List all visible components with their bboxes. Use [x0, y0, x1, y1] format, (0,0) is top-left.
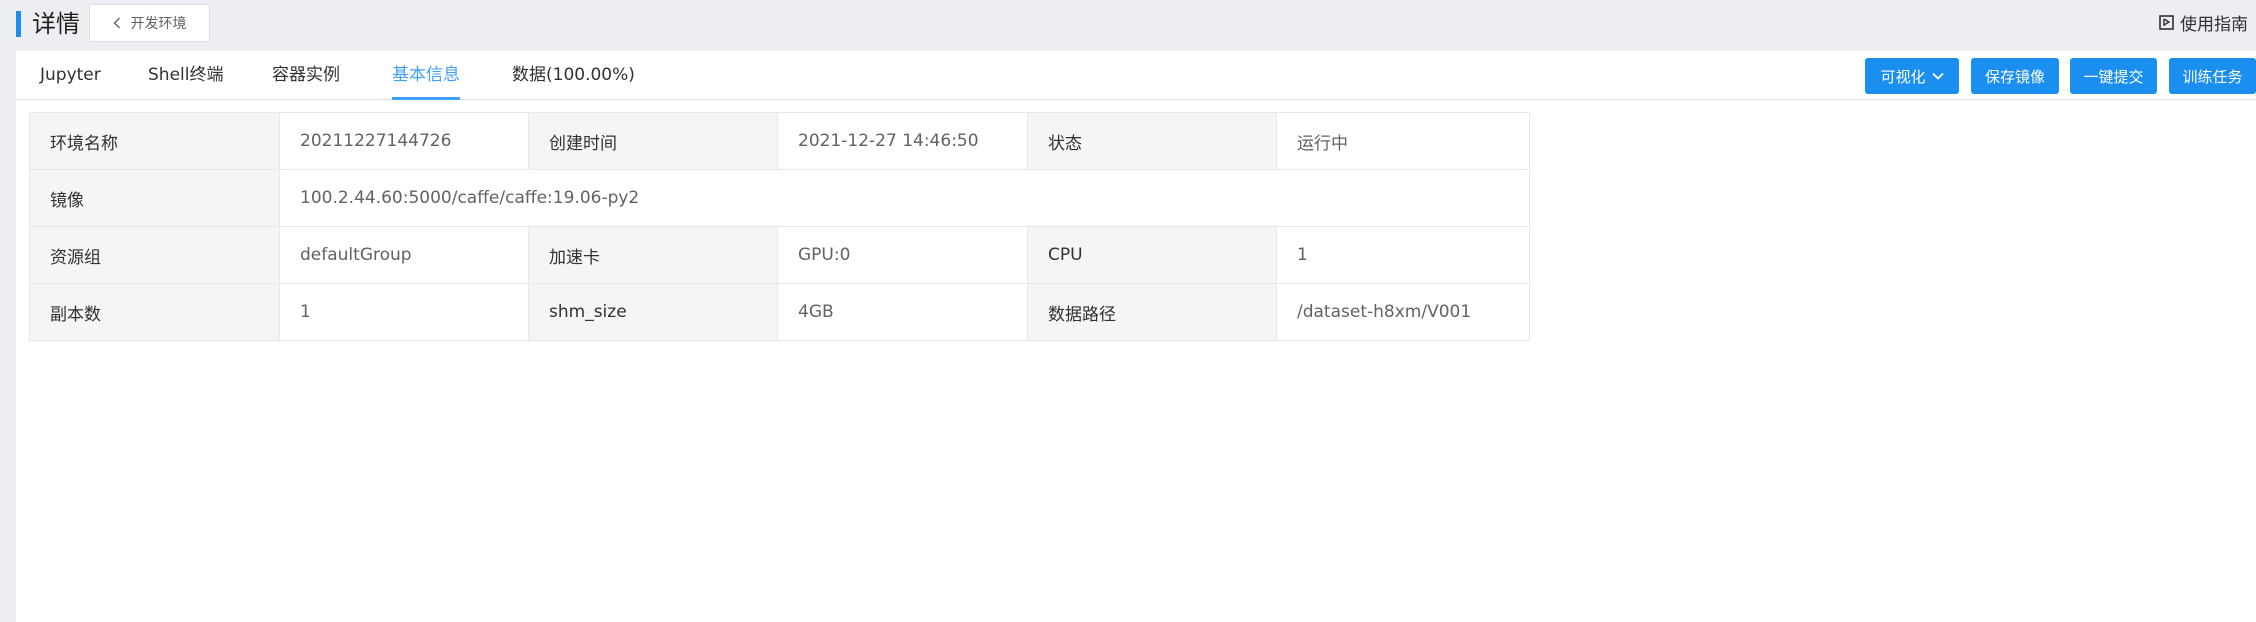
data-path-label: 数据路径 [1027, 283, 1277, 341]
tab-bar: Jupyter Shell终端 容器实例 基本信息 数据(100.00%) 可视… [16, 51, 2256, 100]
data-path-value: /dataset-h8xm/V001 [1276, 283, 1530, 341]
tab-data[interactable]: 数据(100.00%) [512, 51, 635, 100]
chevron-down-icon [1931, 72, 1944, 80]
back-button[interactable]: 开发环境 [89, 4, 210, 42]
tab-jupyter[interactable]: Jupyter [40, 51, 101, 100]
tab-shell-terminal[interactable]: Shell终端 [148, 51, 223, 100]
guide-link-label: 使用指南 [2180, 15, 2248, 35]
resource-group-value: defaultGroup [279, 226, 529, 284]
env-name-label: 环境名称 [29, 112, 280, 170]
visualize-button-label: 可视化 [1880, 67, 1926, 86]
table-row: 资源组 defaultGroup 加速卡 GPU:0 CPU 1 [29, 226, 1530, 284]
env-name-value: 20211227144726 [279, 112, 529, 170]
cpu-label: CPU [1027, 226, 1277, 284]
created-time-value: 2021-12-27 14:46:50 [777, 112, 1028, 170]
back-button-label: 开发环境 [130, 16, 187, 32]
page-header: 详情 开发环境 使用指南 [0, 0, 2256, 50]
basic-info-table: 环境名称 20211227144726 创建时间 2021-12-27 14:4… [29, 112, 1530, 341]
image-value: 100.2.44.60:5000/caffe/caffe:19.06-py2 [279, 169, 1530, 227]
tab-basic-info[interactable]: 基本信息 [392, 51, 460, 100]
shm-size-value: 4GB [777, 283, 1028, 341]
cpu-value: 1 [1276, 226, 1530, 284]
accelerator-value: GPU:0 [777, 226, 1028, 284]
image-label: 镜像 [29, 169, 280, 227]
table-row: 副本数 1 shm_size 4GB 数据路径 /dataset-h8xm/V0… [29, 283, 1530, 341]
tab-container-instance[interactable]: 容器实例 [272, 51, 340, 100]
visualize-button[interactable]: 可视化 [1865, 58, 1959, 94]
status-label: 状态 [1027, 112, 1277, 170]
resource-group-label: 资源组 [29, 226, 280, 284]
title-accent-bar [16, 11, 21, 37]
shm-size-label: shm_size [528, 283, 778, 341]
guide-link[interactable]: 使用指南 [2159, 10, 2248, 35]
one-click-submit-button[interactable]: 一键提交 [2070, 58, 2157, 94]
replicas-label: 副本数 [29, 283, 280, 341]
save-image-button[interactable]: 保存镜像 [1971, 58, 2059, 94]
training-task-button[interactable]: 训练任务 [2169, 58, 2256, 94]
page-title: 详情 [32, 10, 80, 38]
replicas-value: 1 [279, 283, 529, 341]
guide-book-icon [2159, 15, 2174, 30]
chevron-left-icon [113, 17, 121, 29]
table-row: 镜像 100.2.44.60:5000/caffe/caffe:19.06-py… [29, 169, 1530, 227]
accelerator-label: 加速卡 [528, 226, 778, 284]
main-panel: Jupyter Shell终端 容器实例 基本信息 数据(100.00%) 可视… [16, 51, 2256, 622]
status-value: 运行中 [1276, 112, 1530, 170]
table-row: 环境名称 20211227144726 创建时间 2021-12-27 14:4… [29, 112, 1530, 170]
created-time-label: 创建时间 [528, 112, 778, 170]
